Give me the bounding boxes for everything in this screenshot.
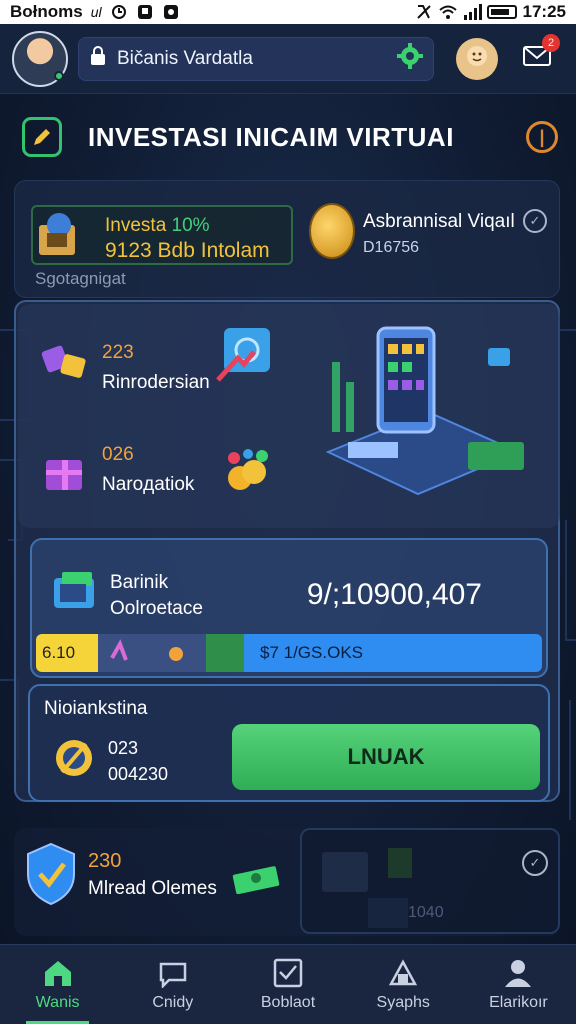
stat-label: Naroдatiok <box>102 474 195 495</box>
lower-label: Mlread Olemes <box>88 878 217 899</box>
nav-label: Elarikoır <box>489 993 548 1011</box>
bottom-nav: Wanis Cnidy Boblaot Syaphs Elarikoır <box>0 944 576 1024</box>
unlock-button[interactable]: LNUAK <box>232 724 540 790</box>
battery-icon <box>486 5 517 19</box>
coins-icon <box>222 446 274 498</box>
chart-icon <box>272 958 304 988</box>
search-text: Bičanis Vardatla <box>117 47 253 69</box>
wallet-icon <box>52 568 100 614</box>
stat-label: Rinrodersian <box>102 372 210 393</box>
online-indicator <box>54 70 64 81</box>
profile-icon <box>502 958 534 988</box>
main-card: 223 Rinrodersian 026 Naroдatiok Barinik … <box>14 300 560 802</box>
investment-label: Investa 10% <box>105 215 210 236</box>
lock-icon <box>89 46 107 71</box>
investment-pct: 10% <box>171 215 210 236</box>
target-icon <box>52 734 96 782</box>
puzzle-icon <box>40 338 90 388</box>
home-icon <box>42 958 74 988</box>
lower-number: 230 <box>88 850 122 872</box>
emoji-coin-icon <box>465 44 489 73</box>
asset-title: Asbrannisal Viqaıl <box>363 211 515 232</box>
page-title: INVESTASI INICAIM VIRTUAI <box>88 121 454 152</box>
allocation-bar: 6.10 $7 1/GS.OKS <box>36 634 542 672</box>
stat-number: 026 <box>102 444 134 465</box>
investment-box[interactable]: Investa 10% 9123 Bdb Intolam <box>31 205 293 265</box>
summary-footer: Sgotagnigat <box>35 269 126 288</box>
coin-button[interactable] <box>456 37 498 80</box>
signal-icon <box>463 4 482 20</box>
app-icon <box>162 4 180 20</box>
nav-label: Syaphs <box>376 993 430 1011</box>
action-title: Nioiankstina <box>44 698 148 719</box>
info-button[interactable]: | <box>526 121 558 153</box>
asset-value: D16756 <box>363 239 420 256</box>
bar-segment-green <box>206 634 244 672</box>
nav-item-profile[interactable]: Elarikoır <box>461 945 576 1024</box>
check-icon[interactable]: ✓ <box>522 850 548 876</box>
status-bar: Bołnoms ul 17:25 <box>0 0 576 24</box>
mail-button[interactable]: 2 <box>516 33 560 80</box>
balance-card[interactable]: Barinik Oolroetace 9/;10900,407 6.10 $7 … <box>30 538 548 678</box>
balance-amount: 9/;10900,407 <box>306 578 482 611</box>
status-carrier-text: Bołnoms <box>10 2 83 21</box>
mute-icon <box>415 4 433 20</box>
edit-icon[interactable] <box>22 117 62 157</box>
nav-label: Cnidy <box>152 993 194 1011</box>
avatar[interactable] <box>12 30 68 87</box>
stat-item: 223 Rinrodersian <box>102 342 210 394</box>
wifi-icon <box>438 4 457 20</box>
search-bar[interactable]: Bičanis Vardatla <box>78 36 434 81</box>
nav-item-graph[interactable]: Syaphs <box>346 945 461 1024</box>
bar-segment-value: $7 1/GS.OKS <box>244 634 542 672</box>
stat-item: 026 Naroдatiok <box>102 444 194 496</box>
summary-card: Investa 10% 9123 Bdb Intolam Asbrannisal… <box>14 180 560 298</box>
nav-label: Boblaot <box>260 993 316 1011</box>
shield-icon <box>24 842 78 906</box>
gold-coin-icon <box>309 203 355 259</box>
balance-sublabel: Oolroetace <box>110 598 203 619</box>
graph-icon <box>387 958 419 988</box>
cash-icon <box>232 864 282 895</box>
gift-icon <box>40 446 90 496</box>
chat-icon <box>157 958 189 989</box>
status-time: 17:25 <box>522 2 566 21</box>
locked-card[interactable]: 1040 ✓ <box>300 828 560 934</box>
chart-card-icon <box>214 324 274 384</box>
bar-segment-blue <box>98 634 206 672</box>
lower-card: 230 Mlread Olemes 1040 ✓ <box>14 828 560 936</box>
app-header: Bičanis Vardatla 2 <box>0 24 576 94</box>
nav-label: Wanis <box>35 993 80 1011</box>
title-row: INVESTASI INICAIM VIRTUAI | <box>22 114 558 160</box>
bar-segment-yellow: 6.10 <box>36 634 98 672</box>
stat-number: 223 <box>102 342 134 363</box>
investment-icon <box>35 207 83 261</box>
action-subnumber: 004230 <box>108 764 169 784</box>
mail-badge: 2 <box>542 33 560 52</box>
phone-illustration <box>318 322 538 518</box>
sync-icon <box>110 4 128 20</box>
gear-icon[interactable] <box>397 43 423 74</box>
info-icon: | <box>539 126 545 147</box>
action-number: 023 <box>108 738 139 758</box>
nav-item-home[interactable]: Wanis <box>0 945 115 1024</box>
check-icon[interactable]: ✓ <box>523 209 547 233</box>
illustration-panel: 223 Rinrodersian 026 Naroдatiok <box>18 304 560 528</box>
notification-icon <box>136 4 154 20</box>
balance-label: Barinik <box>110 572 169 593</box>
nav-item-chat[interactable]: Cnidy <box>115 945 230 1024</box>
investment-amount: 9123 Bdb Intolam <box>105 239 270 262</box>
status-carrier-mark: ul <box>90 4 102 20</box>
nav-item-chart[interactable]: Boblaot <box>230 945 345 1024</box>
locked-value: 1040 <box>408 904 444 921</box>
action-card: Nioiankstina 023 004230 LNUAK <box>28 684 550 802</box>
